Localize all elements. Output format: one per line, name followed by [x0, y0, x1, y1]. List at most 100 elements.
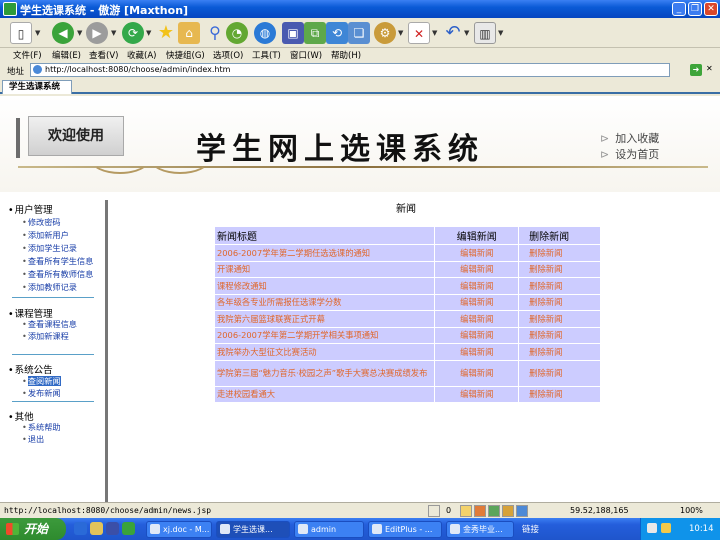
- taskbar-item-word[interactable]: xj.doc - M...: [146, 521, 212, 538]
- tray-network-icon[interactable]: [647, 523, 657, 533]
- refresh-all-icon[interactable]: ⟲: [326, 22, 348, 44]
- address-input[interactable]: http://localhost:8080/choose/admin/index…: [30, 63, 670, 77]
- tray-volume-icon[interactable]: [661, 523, 671, 533]
- layout-icon[interactable]: ▥: [474, 22, 496, 44]
- edit-news-link[interactable]: 编辑新闻: [434, 244, 520, 262]
- tools-icon[interactable]: ⚙: [374, 22, 396, 44]
- sidebar-item-view-students[interactable]: •查看所有学生信息: [22, 255, 93, 267]
- restore-button[interactable]: ❐: [688, 2, 702, 16]
- window-titlebar[interactable]: 学生选课系统 - 傲游 [Maxthon] _ ❐ ✕: [0, 0, 720, 18]
- address-more-icon[interactable]: ✕: [706, 64, 713, 73]
- refresh-icon[interactable]: ⟳: [122, 22, 144, 44]
- sidebar-item-view-teachers[interactable]: •查看所有教师信息: [22, 268, 93, 280]
- edit-news-link[interactable]: 编辑新闻: [434, 310, 520, 328]
- quick-launch-explorer-icon[interactable]: [90, 522, 103, 535]
- close-page-icon[interactable]: ✕: [408, 22, 430, 44]
- taskbar-item-editplus[interactable]: EditPlus - ...: [368, 521, 442, 538]
- go-icon[interactable]: ➜: [690, 64, 702, 76]
- news-title-link[interactable]: 开课通知: [213, 260, 436, 278]
- sidebar-item-add-teacher[interactable]: •添加教师记录: [22, 281, 77, 293]
- edit-news-link[interactable]: 编辑新闻: [434, 359, 520, 387]
- delete-news-link[interactable]: 删除新闻: [518, 260, 601, 278]
- new-page-dropdown-icon[interactable]: ▼: [35, 29, 40, 37]
- taskbar-item-admin-folder[interactable]: admin: [294, 521, 364, 538]
- delete-news-link[interactable]: 删除新闻: [518, 277, 601, 295]
- edit-news-link[interactable]: 编辑新闻: [434, 343, 520, 361]
- sidebar-item-publish-news[interactable]: •发布新闻: [22, 387, 61, 399]
- edit-news-link[interactable]: 编辑新闻: [434, 293, 520, 311]
- set-homepage-link[interactable]: ⊳ 设为首页: [600, 146, 659, 162]
- quick-launch-ie-icon[interactable]: [74, 522, 87, 535]
- sidebar-item-logout[interactable]: •退出: [22, 433, 44, 445]
- delete-news-link[interactable]: 删除新闻: [518, 385, 601, 403]
- quick-launch-desktop-icon[interactable]: [106, 522, 119, 535]
- banner: 欢迎使用 学生网上选课系统 ⊳ 加入收藏 ⊳ 设为首页: [0, 96, 720, 192]
- clock[interactable]: 10:14: [689, 524, 714, 534]
- news-title-link[interactable]: 我院举办大型征文比赛活动: [213, 343, 436, 361]
- sidebar-item-add-course[interactable]: •添加新课程: [22, 330, 69, 342]
- news-title-link[interactable]: 学院第三届“魅力音乐·校园之声”歌手大赛总决赛成绩发布: [213, 359, 436, 387]
- home-icon[interactable]: ⌂: [178, 22, 200, 44]
- quick-launch-maxthon-icon[interactable]: [122, 522, 135, 535]
- news-title-link[interactable]: 各年级各专业所需报任选课学分数: [213, 293, 436, 311]
- menu-file[interactable]: 文件(F): [13, 49, 42, 61]
- minimize-button[interactable]: _: [672, 2, 686, 16]
- undo-dropdown-icon[interactable]: ▼: [464, 29, 469, 37]
- globe-icon[interactable]: ◍: [254, 22, 276, 44]
- sidebar-item-add-user[interactable]: •添加新用户: [22, 229, 69, 241]
- add-favorite-link[interactable]: ⊳ 加入收藏: [600, 130, 659, 146]
- sidebar-item-read-news[interactable]: •查阅新闻: [22, 375, 61, 387]
- tab-student-course-system[interactable]: 学生选课系统: [2, 80, 72, 94]
- links-toolbar[interactable]: 链接: [522, 523, 539, 535]
- new-page-icon[interactable]: ▯: [10, 22, 32, 44]
- sidebar-item-view-courses[interactable]: •查看课程信息: [22, 318, 77, 330]
- edit-news-link[interactable]: 编辑新闻: [434, 277, 520, 295]
- edit-news-link[interactable]: 编辑新闻: [434, 385, 520, 403]
- menu-view[interactable]: 查看(V): [89, 49, 118, 61]
- news-title-link[interactable]: 2006-2007学年第二学期开学相关事项通知: [213, 326, 436, 344]
- search-icon[interactable]: ⚲: [204, 22, 226, 44]
- undo-icon[interactable]: ↶: [442, 22, 464, 44]
- menu-help[interactable]: 帮助(H): [331, 49, 361, 61]
- history-icon[interactable]: ◔: [226, 22, 248, 44]
- forward-icon[interactable]: ▶: [86, 22, 108, 44]
- edit-news-link[interactable]: 编辑新闻: [434, 326, 520, 344]
- news-title-link[interactable]: 2006-2007学年第二学期任选选课的通知: [213, 244, 436, 262]
- start-button[interactable]: 开始: [0, 518, 66, 540]
- forward-dropdown-icon[interactable]: ▼: [111, 29, 116, 37]
- sidebar-item-help[interactable]: •系统帮助: [22, 421, 61, 433]
- favorites-star-icon[interactable]: ★: [155, 22, 177, 44]
- back-icon[interactable]: ◀: [52, 22, 74, 44]
- menu-edit[interactable]: 编辑(E): [52, 49, 81, 61]
- layout-dropdown-icon[interactable]: ▼: [498, 29, 503, 37]
- refresh-dropdown-icon[interactable]: ▼: [146, 29, 151, 37]
- news-title-link[interactable]: 走进校园看通大: [213, 385, 436, 403]
- table-row: 课程修改通知 编辑新闻 删除新闻: [213, 277, 601, 295]
- edit-news-link[interactable]: 编辑新闻: [434, 260, 520, 278]
- close-page-dropdown-icon[interactable]: ▼: [432, 29, 437, 37]
- menu-window[interactable]: 窗口(W): [290, 49, 322, 61]
- news-title-link[interactable]: 我院第六届篮球联赛正式开幕: [213, 310, 436, 328]
- delete-news-link[interactable]: 删除新闻: [518, 343, 601, 361]
- delete-news-link[interactable]: 删除新闻: [518, 326, 601, 344]
- news-title-link[interactable]: 课程修改通知: [213, 277, 436, 295]
- taskbar-item-browser[interactable]: 学生选课...: [216, 521, 290, 538]
- delete-news-link[interactable]: 删除新闻: [518, 293, 601, 311]
- menu-options[interactable]: 选项(O): [213, 49, 243, 61]
- delete-news-link[interactable]: 删除新闻: [518, 359, 601, 387]
- save-icon[interactable]: ▣: [282, 22, 304, 44]
- menu-quick-group[interactable]: 快捷组(G): [166, 49, 205, 61]
- taskbar-item-graduation[interactable]: 金秀毕业...: [446, 521, 514, 538]
- delete-news-link[interactable]: 删除新闻: [518, 244, 601, 262]
- sidebar-item-add-student[interactable]: •添加学生记录: [22, 242, 77, 254]
- close-button[interactable]: ✕: [704, 2, 718, 16]
- tools-dropdown-icon[interactable]: ▼: [398, 29, 403, 37]
- delete-news-link[interactable]: 删除新闻: [518, 310, 601, 328]
- menu-tools[interactable]: 工具(T): [252, 49, 281, 61]
- back-dropdown-icon[interactable]: ▼: [77, 29, 82, 37]
- pages-icon[interactable]: ❏: [348, 22, 370, 44]
- copy-page-icon[interactable]: ⧉: [304, 22, 326, 44]
- menu-favorites[interactable]: 收藏(A): [127, 49, 156, 61]
- sidebar-item-change-password[interactable]: •修改密码: [22, 216, 61, 228]
- status-zoom[interactable]: 100%: [680, 506, 703, 515]
